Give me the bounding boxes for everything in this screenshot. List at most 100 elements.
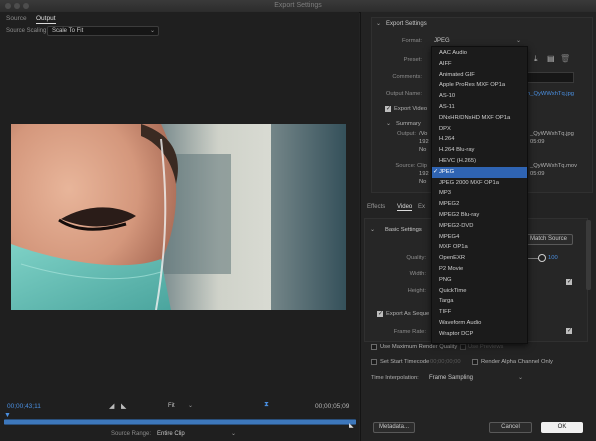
basic-settings-header: Basic Settings (385, 227, 422, 233)
format-menu-item[interactable]: AIFF (432, 59, 527, 70)
format-menu-item[interactable]: OpenEXR (432, 253, 527, 264)
format-menu-item[interactable]: ✓ JPEG (432, 166, 527, 178)
chevron-down-icon: ⌄ (515, 38, 521, 44)
quality-value[interactable]: 100 (548, 255, 558, 261)
tab-source[interactable]: Source (6, 15, 27, 22)
timeline-track[interactable] (4, 419, 356, 425)
format-menu-item[interactable]: Apple ProRes MXF OP1a (432, 80, 527, 91)
tab-video[interactable]: Video (397, 204, 413, 211)
lock-aspect-checkbox[interactable] (566, 278, 572, 285)
format-menu-item[interactable]: MPEG4 (432, 232, 527, 243)
match-source-button[interactable]: Match Source (524, 234, 573, 245)
format-menu-item-label: MPEG4 (439, 233, 460, 240)
format-menu-item-label: OpenEXR (439, 255, 466, 262)
format-menu-item[interactable]: MXF OP1a (432, 242, 527, 253)
format-menu-item[interactable]: H.264 (432, 134, 527, 145)
format-menu-item[interactable]: Targa (432, 296, 527, 307)
format-menu-item-label: Apple ProRes MXF OP1a (439, 82, 506, 89)
source-summary-label: Source: Clip (395, 163, 427, 169)
settings-scrollbar[interactable] (586, 220, 591, 290)
format-menu-item[interactable]: PNG (432, 275, 527, 286)
format-menu-item[interactable]: Animated GIF (432, 70, 527, 81)
source-summary-line: No (419, 179, 427, 185)
preset-label: Preset: (403, 57, 422, 63)
format-menu-item[interactable]: Wraptor DCP (432, 329, 527, 340)
tab-export[interactable]: Ex (418, 204, 425, 210)
import-preset-icon[interactable]: ▤ (547, 54, 555, 63)
source-scaling-dropdown[interactable]: Scale To Fit ⌄ (47, 26, 159, 36)
format-menu-item-label: PNG (439, 276, 452, 283)
aspect-ratio-icon[interactable]: ⧗ (264, 401, 269, 409)
zoom-fit-dropdown[interactable]: Fit ⌄ (163, 401, 197, 411)
format-menu-item[interactable]: DNxHR/DNxHD MXF OP1a (432, 113, 527, 124)
format-menu-item[interactable]: H.264 Blu-ray (432, 145, 527, 156)
set-out-point-icon[interactable]: ◣ (121, 402, 126, 410)
format-menu-item-label: JPEG 2000 MXF OP1a (439, 179, 499, 186)
format-menu-item-label: MPEG2 Blu-ray (439, 212, 480, 218)
format-menu-item-label: DPX (439, 125, 451, 132)
checkmark-icon: ✓ (433, 168, 438, 175)
out-point-handle-icon[interactable]: ◣ (349, 422, 354, 429)
format-menu-item-label: DNxHR/DNxHD MXF OP1a (439, 114, 511, 121)
format-dropdown-menu: AAC Audio AIFF Animated GIF Apple ProRes MX… (431, 46, 528, 344)
use-previews-checkbox[interactable] (460, 344, 466, 350)
delete-preset-icon[interactable]: 🗑 (560, 54, 570, 63)
format-menu-item-label: MPEG2-DVD (439, 222, 474, 229)
playhead-icon[interactable]: ▼ (4, 412, 11, 419)
format-menu-item[interactable]: AAC Audio (432, 48, 527, 59)
format-menu-item-label: P2 Movie (439, 266, 464, 272)
time-interpolation-dropdown[interactable]: Frame Sampling ⌄ (424, 373, 527, 383)
output-summary-line: /Vo (419, 131, 428, 137)
max-render-quality-label: Use Maximum Render Quality (380, 344, 458, 350)
quality-slider-thumb[interactable] (538, 254, 546, 262)
format-menu-item-label: MP3 (439, 190, 451, 197)
format-dropdown[interactable]: JPEG ⌄ (429, 36, 525, 46)
metadata-button[interactable]: Metadata... (373, 422, 415, 433)
chevron-down-icon: ⌄ (149, 28, 155, 34)
cancel-button[interactable]: Cancel (489, 422, 532, 433)
tab-effects[interactable]: Effects (367, 204, 385, 210)
set-start-timecode-checkbox[interactable] (371, 359, 377, 365)
source-scaling-label: Source Scaling: (6, 28, 49, 34)
format-menu-item-label: AAC Audio (439, 50, 468, 56)
max-render-quality-checkbox[interactable] (371, 344, 377, 350)
video-preview (11, 124, 346, 310)
format-menu-item-label: H.264 Blu-ray (439, 147, 475, 154)
format-menu-item[interactable]: HEVC (H.265) (432, 156, 527, 167)
summary-label: Summary (396, 121, 421, 127)
format-menu-item[interactable]: AS-11 (432, 102, 527, 113)
current-timecode[interactable]: 00;00;43;11 (7, 403, 41, 410)
chevron-down-icon[interactable]: ⌄ (370, 226, 375, 233)
format-menu-item[interactable]: TIFF (432, 307, 527, 318)
save-preset-icon[interactable]: ⤓ (534, 54, 538, 64)
format-menu-item[interactable]: MPEG2 (432, 199, 527, 210)
render-alpha-label: Render Alpha Channel Only (481, 359, 553, 365)
export-as-sequence-checkbox[interactable] (377, 310, 383, 317)
format-menu-item[interactable]: MPEG2 Blu-ray (432, 210, 527, 221)
output-name-link[interactable]: n_QyWWxhTq.jpg (527, 91, 574, 97)
chevron-down-icon[interactable]: ⌄ (386, 120, 391, 127)
format-menu-item[interactable]: Waveform Audio (432, 318, 527, 329)
frame-rate-checkbox[interactable] (566, 327, 572, 334)
start-timecode-value: 00;00;00;00 (430, 359, 461, 365)
format-menu-item[interactable]: MPEG2-DVD (432, 221, 527, 232)
format-menu-item[interactable]: MP3 (432, 188, 527, 199)
source-range-label: Source Range: (111, 431, 152, 437)
format-menu-item[interactable]: P2 Movie (432, 264, 527, 275)
format-menu-item[interactable]: DPX (432, 124, 527, 135)
set-in-point-icon[interactable]: ◢ (109, 402, 114, 410)
format-menu-item[interactable]: JPEG 2000 MXF OP1a (432, 178, 527, 189)
format-menu-item[interactable]: AS-10 (432, 91, 527, 102)
zoom-fit-value: Fit (168, 403, 175, 409)
window-title: Export Settings (274, 2, 322, 9)
chevron-down-icon[interactable]: ⌄ (376, 20, 381, 27)
export-video-checkbox[interactable] (385, 105, 391, 112)
source-range-dropdown[interactable]: Entire Clip ⌄ (152, 429, 240, 439)
chevron-down-icon: ⌄ (230, 431, 236, 437)
render-alpha-checkbox[interactable] (472, 359, 478, 365)
tab-output[interactable]: Output (36, 15, 56, 24)
comments-input[interactable] (527, 72, 574, 83)
format-value: JPEG (434, 38, 450, 44)
format-menu-item[interactable]: QuickTime (432, 286, 527, 297)
ok-button[interactable]: OK (541, 422, 583, 433)
